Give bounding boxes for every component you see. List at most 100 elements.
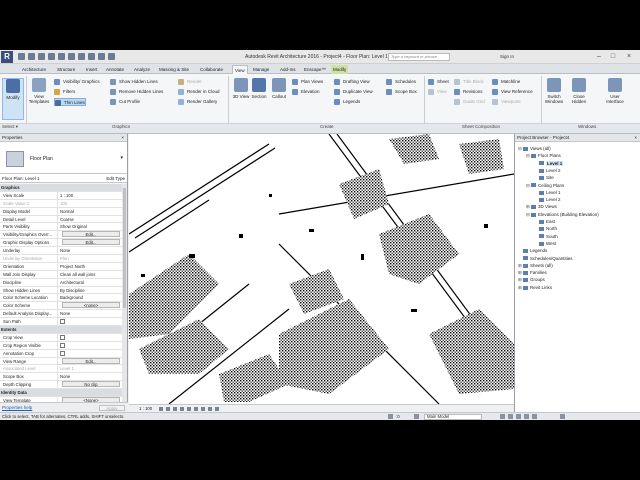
minimize-button[interactable]: –: [594, 52, 604, 61]
sun-path-icon[interactable]: [173, 407, 177, 411]
browser-item[interactable]: Schedules/Quantities: [518, 255, 573, 262]
type-selector[interactable]: Floor Plan ▾: [0, 142, 127, 174]
plan-views-button[interactable]: Plan Views: [292, 78, 323, 86]
browser-item[interactable]: West: [534, 240, 556, 247]
close-hidden-icon[interactable]: [108, 53, 115, 60]
tab-massing-site[interactable]: Massing & Site: [157, 65, 191, 74]
browser-item[interactable]: ⊞ Sheets (all): [518, 262, 553, 269]
tab-analyze[interactable]: Analyze: [132, 65, 152, 74]
viewports-button[interactable]: Viewports: [492, 98, 521, 106]
visual-style-icon[interactable]: [166, 407, 170, 411]
editing-requests-icon[interactable]: [414, 414, 419, 419]
chevron-down-icon[interactable]: ▾: [120, 155, 123, 161]
print-icon[interactable]: [58, 53, 65, 60]
open-icon[interactable]: [18, 53, 25, 60]
browser-item[interactable]: South: [534, 233, 558, 240]
browser-item[interactable]: East: [534, 218, 555, 225]
property-value[interactable]: Architectural: [58, 279, 122, 286]
property-checkbox[interactable]: [60, 334, 65, 340]
cut-profile-button[interactable]: Cut Profile: [110, 98, 140, 106]
browser-item[interactable]: Level 2: [534, 196, 561, 203]
visibility-graphics-button[interactable]: Visibility/ Graphics: [54, 78, 100, 86]
remove-hidden-lines-button[interactable]: Remove Hidden Lines: [110, 88, 163, 96]
browser-item[interactable]: ⊞ Groups: [518, 276, 545, 283]
property-value[interactable]: Coarse: [58, 216, 122, 223]
tab-add-ins[interactable]: Add-Ins: [278, 65, 298, 74]
duplicate-view-button[interactable]: Duplicate View: [334, 88, 373, 96]
drag-elements-icon[interactable]: [532, 414, 537, 419]
sheet-button[interactable]: Sheet: [428, 78, 449, 86]
tab-manage[interactable]: Manage: [251, 65, 271, 74]
close-icon[interactable]: ×: [121, 134, 124, 142]
properties-scrollbar[interactable]: [122, 184, 127, 402]
browser-item[interactable]: ⊟ Floor Plans: [526, 152, 561, 159]
select-underlay-icon[interactable]: [508, 414, 513, 419]
browser-item[interactable]: Level 1: [534, 189, 561, 196]
browser-item[interactable]: ⊟ Ceiling Plans: [526, 182, 564, 189]
browser-item[interactable]: Level 2: [534, 167, 561, 174]
property-value[interactable]: Project North: [58, 263, 122, 270]
browser-item[interactable]: ⊟ Elevations (Building Elevation): [526, 211, 599, 218]
property-value[interactable]: 1 : 100: [58, 192, 122, 199]
reveal-hidden-icon[interactable]: [215, 407, 219, 411]
browser-item[interactable]: ⊟ Views (all): [518, 145, 551, 152]
show-hidden-lines-button[interactable]: Show Hidden Lines: [110, 78, 158, 86]
detail-level-icon[interactable]: [159, 407, 163, 411]
shadows-icon[interactable]: [180, 407, 184, 411]
tab-architecture[interactable]: Architecture: [20, 65, 48, 74]
undo-icon[interactable]: [38, 53, 45, 60]
view-reference-button[interactable]: View Reference: [492, 88, 533, 96]
view-button[interactable]: View: [428, 88, 447, 96]
tab-structure[interactable]: Structure: [55, 65, 77, 74]
tab-insert[interactable]: Insert: [84, 65, 99, 74]
select-pinned-icon[interactable]: [516, 414, 521, 419]
callout-button[interactable]: Callout: [268, 78, 290, 120]
property-checkbox[interactable]: [60, 319, 65, 325]
temporary-hide-icon[interactable]: [208, 407, 212, 411]
legends-button[interactable]: Legends: [334, 98, 360, 106]
scope-box-button[interactable]: Scope Box: [386, 88, 417, 96]
redo-icon[interactable]: [48, 53, 55, 60]
browser-item[interactable]: Legends: [518, 247, 547, 254]
text-icon[interactable]: [78, 53, 85, 60]
matchline-button[interactable]: Matchline: [492, 78, 520, 86]
revisions-button[interactable]: Revisions: [454, 88, 483, 96]
property-value[interactable]: Background: [58, 294, 122, 301]
lock-icon[interactable]: [201, 407, 205, 411]
instance-selector[interactable]: Floor Plan: Level 1 Edit Type: [0, 174, 127, 183]
crop-view-icon[interactable]: [187, 407, 191, 411]
switch-windows-button[interactable]: Switch Windows: [543, 78, 565, 120]
thin-lines-button[interactable]: Thin Lines: [54, 98, 86, 106]
select-links-icon[interactable]: [500, 414, 505, 419]
property-button[interactable]: <none>: [62, 302, 120, 309]
modify-button[interactable]: Modify: [2, 78, 24, 120]
tab-view[interactable]: View: [232, 65, 248, 74]
property-value[interactable]: Show Original: [58, 223, 122, 230]
design-options-select[interactable]: Main Model: [424, 414, 482, 420]
property-category[interactable]: Graphics: [0, 184, 122, 192]
property-checkbox[interactable]: [60, 342, 65, 348]
view-scale-button[interactable]: 1 : 100: [139, 405, 152, 412]
property-checkbox[interactable]: [60, 350, 65, 356]
browser-item[interactable]: ⊞ Families: [518, 269, 547, 276]
elevation-button[interactable]: Elevation: [292, 88, 320, 96]
property-value[interactable]: Clean all wall joins: [58, 271, 122, 278]
close-icon[interactable]: ×: [634, 134, 637, 142]
title-block-button[interactable]: Title Block: [454, 78, 484, 86]
property-button[interactable]: No clip: [62, 381, 120, 388]
maximize-button[interactable]: □: [608, 52, 618, 61]
worksets-icon[interactable]: [388, 414, 393, 419]
drafting-view-button[interactable]: Drafting View: [334, 78, 370, 86]
section-icon[interactable]: [98, 53, 105, 60]
sign-in-button[interactable]: Sign In: [500, 54, 514, 59]
render-gallery-button[interactable]: Render Gallery: [178, 98, 217, 106]
show-crop-icon[interactable]: [194, 407, 198, 411]
select-by-face-icon[interactable]: [524, 414, 529, 419]
property-button[interactable]: Edit...: [62, 231, 120, 238]
view-templates-button[interactable]: View Templates: [28, 78, 50, 120]
drawing-canvas[interactable]: [129, 134, 514, 404]
tab-annotate[interactable]: Annotate: [104, 65, 126, 74]
close-button[interactable]: ×: [624, 52, 634, 61]
revit-logo-icon[interactable]: R: [1, 51, 13, 63]
apply-button[interactable]: Apply: [99, 405, 125, 411]
